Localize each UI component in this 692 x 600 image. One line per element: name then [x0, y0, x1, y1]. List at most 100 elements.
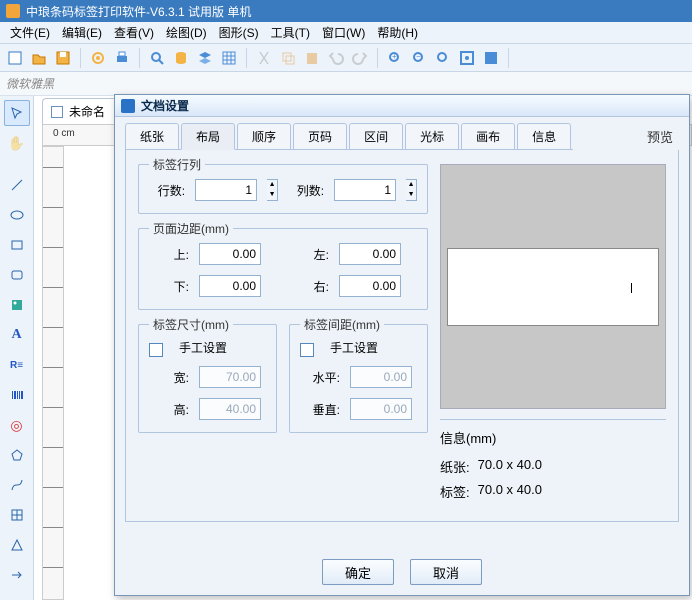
info-section: 信息(mm) 纸张:70.0 x 40.0 标签:70.0 x 40.0: [440, 419, 666, 507]
svg-text:−: −: [416, 52, 421, 61]
hand-tool-icon[interactable]: ✋: [4, 130, 30, 156]
label-height-input: [199, 398, 261, 420]
cut-icon[interactable]: [253, 47, 275, 69]
settings-icon[interactable]: [87, 47, 109, 69]
label-width-input: [199, 366, 261, 388]
document-tab[interactable]: 未命名: [42, 98, 120, 124]
menu-draw[interactable]: 绘图(D): [160, 22, 213, 43]
tab-page[interactable]: 页码: [293, 123, 347, 149]
gap-vertical-input: [350, 398, 412, 420]
grid-icon[interactable]: [218, 47, 240, 69]
group-page-margin: 页面边距(mm) 上: 左: 下: 右:: [138, 228, 428, 310]
menu-shape[interactable]: 图形(S): [213, 22, 265, 43]
preview-label-rect: [447, 248, 659, 326]
tab-order[interactable]: 顺序: [237, 123, 291, 149]
window-titlebar: 中琅条码标签打印软件-V6.3.1 试用版 单机: [0, 0, 692, 22]
save-icon[interactable]: [52, 47, 74, 69]
menu-tools[interactable]: 工具(T): [265, 22, 316, 43]
dialog-tabs: 纸张 布局 顺序 页码 区间 光标 画布 信息: [125, 123, 573, 150]
preview-heading: 预览: [647, 127, 673, 150]
undo-icon[interactable]: [325, 47, 347, 69]
size-manual-checkbox[interactable]: [149, 343, 163, 357]
tab-canvas[interactable]: 画布: [461, 123, 515, 149]
dialog-title: 文档设置: [141, 97, 189, 114]
cancel-button[interactable]: 取消: [410, 559, 482, 585]
app-icon: [6, 4, 20, 18]
menu-bar: 文件(E) 编辑(E) 查看(V) 绘图(D) 图形(S) 工具(T) 窗口(W…: [0, 22, 692, 44]
document-settings-dialog: 文档设置 纸张 布局 顺序 页码 区间 光标 画布 信息 预览 标签行列 行数:: [114, 94, 690, 596]
cols-spinner[interactable]: ▲▼: [406, 179, 417, 201]
rows-input[interactable]: [195, 179, 257, 201]
font-family-field[interactable]: 微软雅黑: [6, 75, 54, 92]
dialog-icon: [121, 99, 135, 113]
menu-window[interactable]: 窗口(W): [316, 22, 371, 43]
group-label-gap: 标签间距(mm) 手工设置 水平: 垂直:: [289, 324, 428, 433]
preview-canvas: [440, 164, 666, 409]
font-toolbar: 微软雅黑: [0, 72, 692, 96]
ruler-vertical: [42, 146, 64, 600]
zoom-reset-icon[interactable]: [432, 47, 454, 69]
main-toolbar: + −: [0, 44, 692, 72]
curve-tool-icon[interactable]: [4, 472, 30, 498]
ellipse-tool-icon[interactable]: [4, 202, 30, 228]
zoom-in-icon[interactable]: +: [384, 47, 406, 69]
info-label-value: 70.0 x 40.0: [478, 482, 542, 501]
dialog-titlebar[interactable]: 文档设置: [115, 95, 689, 117]
menu-view[interactable]: 查看(V): [108, 22, 160, 43]
tab-range[interactable]: 区间: [349, 123, 403, 149]
line-tool-icon[interactable]: [4, 172, 30, 198]
arrow-tool-icon[interactable]: [4, 562, 30, 588]
tab-info[interactable]: 信息: [517, 123, 571, 149]
fit-width-icon[interactable]: [480, 47, 502, 69]
image-tool-icon[interactable]: [4, 292, 30, 318]
zoom-out-icon[interactable]: −: [408, 47, 430, 69]
rect-tool-icon[interactable]: [4, 232, 30, 258]
tab-paper[interactable]: 纸张: [125, 123, 179, 149]
margin-top-input[interactable]: [199, 243, 261, 265]
redo-icon[interactable]: [349, 47, 371, 69]
menu-file[interactable]: 文件(E): [4, 22, 56, 43]
fit-screen-icon[interactable]: [456, 47, 478, 69]
document-tab-icon: [51, 106, 63, 118]
layers-icon[interactable]: [194, 47, 216, 69]
ok-button[interactable]: 确定: [322, 559, 394, 585]
margin-bottom-input[interactable]: [199, 275, 261, 297]
preview-icon[interactable]: [146, 47, 168, 69]
copy-icon[interactable]: [277, 47, 299, 69]
tools-palette: ✋ A R≡ ◎: [0, 96, 34, 600]
database-icon[interactable]: [170, 47, 192, 69]
preview-pane: 信息(mm) 纸张:70.0 x 40.0 标签:70.0 x 40.0: [440, 164, 666, 507]
open-icon[interactable]: [28, 47, 50, 69]
align-left-icon[interactable]: [515, 47, 537, 69]
gap-manual-checkbox[interactable]: [300, 343, 314, 357]
tab-cursor[interactable]: 光标: [405, 123, 459, 149]
table-tool-icon[interactable]: [4, 502, 30, 528]
qrcode-tool-icon[interactable]: ◎: [4, 412, 30, 438]
menu-edit[interactable]: 编辑(E): [56, 22, 108, 43]
roundrect-tool-icon[interactable]: [4, 262, 30, 288]
print-icon[interactable]: [111, 47, 133, 69]
new-icon[interactable]: [4, 47, 26, 69]
svg-text:+: +: [392, 52, 397, 61]
group-label-rowcol: 标签行列 行数: ▲▼ 列数: ▲▼: [138, 164, 428, 214]
window-title: 中琅条码标签打印软件-V6.3.1 试用版 单机: [26, 3, 251, 20]
triangle-tool-icon[interactable]: [4, 532, 30, 558]
cols-input[interactable]: [334, 179, 396, 201]
align-center-icon[interactable]: [539, 47, 561, 69]
info-paper-value: 70.0 x 40.0: [478, 457, 542, 476]
polygon-tool-icon[interactable]: [4, 442, 30, 468]
pointer-tool-icon[interactable]: [4, 100, 30, 126]
tab-layout[interactable]: 布局: [181, 123, 235, 150]
paste-icon[interactable]: [301, 47, 323, 69]
margin-right-input[interactable]: [339, 275, 401, 297]
document-tab-label: 未命名: [69, 103, 105, 120]
gap-horizontal-input: [350, 366, 412, 388]
group-label-size: 标签尺寸(mm) 手工设置 宽: 高:: [138, 324, 277, 433]
rows-spinner[interactable]: ▲▼: [267, 179, 278, 201]
text-tool-icon[interactable]: A: [4, 322, 30, 348]
barcode-tool-icon[interactable]: [4, 382, 30, 408]
align-right-icon[interactable]: [563, 47, 585, 69]
richtext-tool-icon[interactable]: R≡: [4, 352, 30, 378]
menu-help[interactable]: 帮助(H): [371, 22, 424, 43]
margin-left-input[interactable]: [339, 243, 401, 265]
